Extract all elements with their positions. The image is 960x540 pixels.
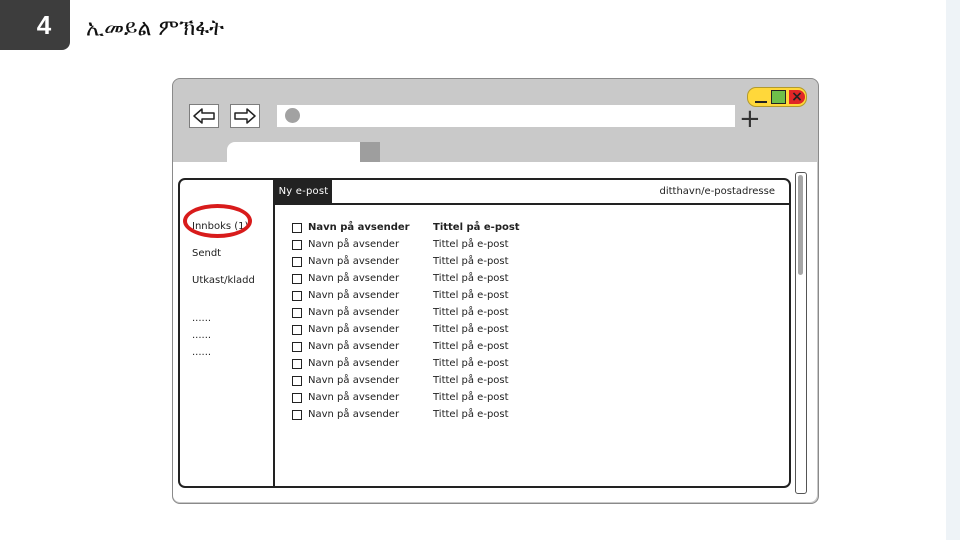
message-subject: Tittel på e-post [433,392,509,403]
sidebar-divider [273,180,275,486]
message-checkbox[interactable] [292,240,302,250]
message-sender: Navn på avsender [308,392,400,403]
browser-tab[interactable] [227,142,360,162]
message-subject: Tittel på e-post [433,256,509,267]
message-checkbox[interactable] [292,291,302,301]
slide-number: 4 [0,0,70,50]
more-folders: ...... [192,347,212,358]
message-subject: Tittel på e-post [433,307,509,318]
browser-window: + × Ny e-post ditthavn/e-postadresse Inn… [172,78,819,504]
scrollbar[interactable] [795,172,807,494]
slide-title: ኢመይል ምኽፋት [86,16,225,41]
compose-button[interactable]: Ny e-post [275,180,332,203]
page-edge-strip [946,0,960,540]
site-info-icon [285,108,300,123]
message-subject: Tittel på e-post [433,409,509,420]
email-client: Ny e-post ditthavn/e-postadresse Innboks… [178,178,791,488]
tab-scroll-block [360,142,380,162]
message-checkbox[interactable] [292,342,302,352]
message-subject: Tittel på e-post [433,239,509,250]
forward-button[interactable] [230,104,260,128]
message-subject: Tittel på e-post [433,222,520,233]
message-sender: Navn på avsender [308,358,400,369]
inbox-highlight-circle [183,204,252,238]
message-checkbox[interactable] [292,376,302,386]
message-checkbox[interactable] [292,308,302,318]
header-divider [275,203,789,205]
message-checkbox[interactable] [292,325,302,335]
message-subject: Tittel på e-post [433,324,509,335]
message-sender: Navn på avsender [308,273,400,284]
folder-sent[interactable]: Sendt [192,248,221,259]
minimize-button[interactable] [754,90,769,104]
message-sender: Navn på avsender [308,222,410,233]
address-bar[interactable] [277,105,735,127]
message-sender: Navn på avsender [308,375,400,386]
message-checkbox[interactable] [292,223,302,233]
message-sender: Navn på avsender [308,341,400,352]
message-subject: Tittel på e-post [433,358,509,369]
message-sender: Navn på avsender [308,324,400,335]
message-subject: Tittel på e-post [433,273,509,284]
arrow-left-icon [193,108,215,124]
new-tab-button[interactable]: + [739,106,761,132]
message-subject: Tittel på e-post [433,341,509,352]
page-content: Ny e-post ditthavn/e-postadresse Innboks… [173,162,817,502]
message-checkbox[interactable] [292,359,302,369]
message-subject: Tittel på e-post [433,375,509,386]
more-folders: ...... [192,330,212,341]
message-subject: Tittel på e-post [433,290,509,301]
more-folders: ...... [192,313,212,324]
close-window-button[interactable]: × [789,90,805,104]
maximize-button[interactable] [771,90,786,104]
scrollbar-thumb[interactable] [798,175,803,275]
message-checkbox[interactable] [292,393,302,403]
back-button[interactable] [189,104,219,128]
message-sender: Navn på avsender [308,290,400,301]
message-checkbox[interactable] [292,274,302,284]
message-sender: Navn på avsender [308,307,400,318]
message-checkbox[interactable] [292,257,302,267]
message-sender: Navn på avsender [308,409,400,420]
window-controls: × [747,87,807,107]
folder-drafts[interactable]: Utkast/kladd [192,275,255,286]
user-address: ditthavn/e-postadresse [659,186,775,197]
message-sender: Navn på avsender [308,256,400,267]
arrow-right-icon [234,108,256,124]
message-sender: Navn på avsender [308,239,400,250]
message-checkbox[interactable] [292,410,302,420]
